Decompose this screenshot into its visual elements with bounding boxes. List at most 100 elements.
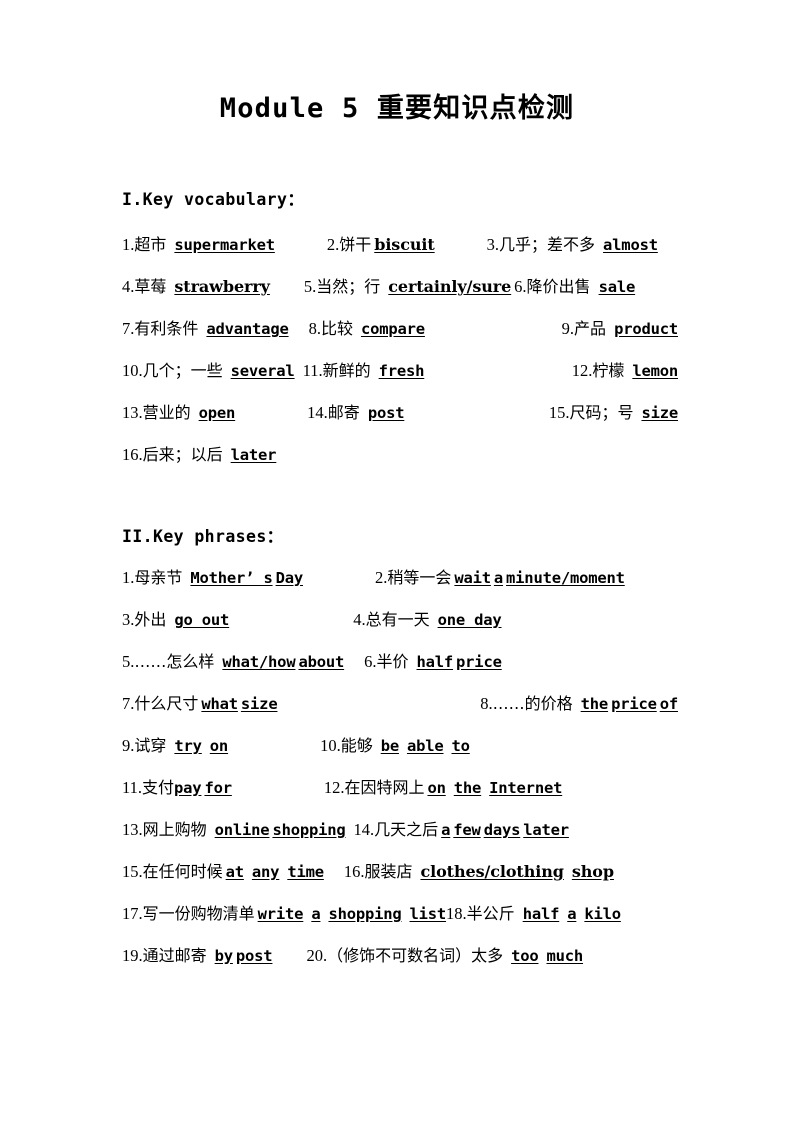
item-number: 17. [122, 904, 143, 923]
item-chinese: 新鲜的 [322, 361, 371, 380]
item-answer: at [225, 863, 244, 881]
vocab-item: 15. 尺码；号 size [549, 400, 678, 426]
vocab-item: 13. 营业的 open [122, 400, 235, 426]
item-chinese: 邮寄 [327, 403, 360, 422]
item-number: 2. [374, 568, 388, 587]
item-chinese: 几乎；差不多 [499, 235, 596, 254]
phrase-item: 8. ……的价格 the price of [480, 691, 678, 717]
phrase-item: 11. 支付 pay for [122, 775, 232, 801]
item-number: 7. [122, 319, 135, 338]
item-chinese: 什么尺寸 [134, 694, 199, 713]
document-page: Module 5 重要知识点检测 I.Key vocabulary： 1. 超市… [0, 0, 794, 1123]
item-number: 8. [308, 319, 321, 338]
item-answer: online [214, 821, 270, 839]
item-answer-part: list [409, 905, 447, 923]
item-chinese: 半价 [376, 652, 409, 671]
item-chinese: 超市 [134, 235, 167, 254]
item-number: 10. [122, 361, 143, 380]
item-chinese: 外出 [134, 610, 167, 629]
item-answer: advantage [206, 320, 289, 338]
phrase-item: 3. 外出 go out [122, 607, 229, 633]
vocab-item: 14. 邮寄 post [307, 400, 404, 426]
item-number: 11. [302, 361, 323, 380]
vocab-item: 2. 饼干 biscuit [327, 232, 435, 258]
item-number: 14. [353, 820, 375, 839]
item-answer-part: Internet [489, 779, 563, 797]
item-answer-part: the [453, 779, 482, 797]
phrase-item: 4. 总有一天 one day [353, 607, 502, 633]
item-answer: strawberry [174, 277, 270, 296]
item-number: 4. [353, 610, 366, 629]
phrase-row-9: 17. 写一份购物清单 write a shopping list 18. 半公… [122, 901, 678, 927]
vocab-item: 16. 后来；以后 later [122, 442, 277, 468]
item-number: 7. [122, 694, 135, 713]
vocab-item: 7. 有利条件 advantage [122, 316, 289, 342]
phrase-item: 15. 在任何时候 at any time [122, 859, 324, 885]
item-chinese: 支付 [142, 778, 175, 797]
phrase-item: 17. 写一份购物清单 write a shopping list [122, 901, 446, 927]
item-chinese: 营业的 [142, 403, 191, 422]
item-answer: almost [603, 236, 658, 254]
item-answer-part: shopping [328, 905, 402, 923]
vocab-item: 11. 新鲜的 fresh [303, 358, 425, 384]
item-answer: later [230, 446, 277, 464]
item-chinese: 柠檬 [592, 361, 625, 380]
item-answer-part: price [611, 695, 657, 713]
item-answer-part: for [204, 779, 232, 797]
phrase-row-10: 19. 通过邮寄 by post 20. （修饰不可数名词）太多 too muc… [122, 943, 678, 969]
item-answer: size [641, 404, 678, 422]
phrase-row-3: 5. ……怎么样 what/how about 6. 半价 half price [122, 649, 678, 675]
item-answer: on [427, 779, 446, 797]
item-number: 14. [307, 403, 328, 422]
phrase-item: 9. 试穿 try on [122, 733, 228, 759]
item-chinese: 半公斤 [466, 904, 515, 923]
vocab-item: 12. 柠檬 lemon [572, 358, 679, 384]
phrase-row-2: 3. 外出 go out 4. 总有一天 one day [122, 607, 678, 633]
item-answer: try [174, 737, 202, 755]
vocab-row-6: 16. 后来；以后 later [122, 442, 678, 468]
item-number: 5. [122, 652, 135, 671]
phrase-item: 16. 服装店 clothes/clothing shop [344, 859, 614, 885]
phrase-item: 19. 通过邮寄 by post [122, 943, 273, 969]
item-answer: product [614, 320, 678, 338]
item-chinese: 通过邮寄 [142, 946, 207, 965]
item-answer: one day [437, 611, 502, 629]
vocab-row-1: 1. 超市 supermarket 2. 饼干 biscuit 3. 几乎；差不… [122, 232, 678, 258]
item-number: 16. [343, 862, 365, 881]
item-number: 15. [122, 862, 143, 881]
item-answer-part: a [311, 905, 321, 923]
item-chinese: （修饰不可数名词）太多 [327, 946, 504, 965]
item-answer: go out [174, 611, 230, 629]
item-chinese: 几个；一些 [142, 361, 223, 380]
item-answer: compare [360, 320, 425, 338]
item-answer-part: shopping [272, 821, 346, 839]
item-answer-part: post [235, 947, 273, 965]
item-number: 19. [122, 946, 143, 965]
vocab-row-4: 10. 几个；一些 several 11. 新鲜的 fresh 12. 柠檬 l… [122, 358, 678, 384]
item-answer-part: a [567, 905, 577, 923]
item-chinese: 母亲节 [134, 568, 183, 587]
item-number: 3. [486, 235, 500, 254]
item-number: 12. [323, 778, 345, 797]
vocab-item: 8. 比较 compare [308, 316, 426, 342]
item-number: 9. [561, 319, 575, 338]
vocab-row-2: 4. 草莓 strawberry 5. 当然；行 certainly/sure … [122, 274, 678, 300]
vocab-item: 3. 几乎；差不多 almost [487, 232, 658, 258]
item-chinese: 总有一天 [365, 610, 430, 629]
item-number: 11. [122, 778, 143, 797]
item-answer: certainly/sure [388, 277, 512, 296]
item-answer: be [380, 737, 399, 755]
phrase-item: 13. 网上购物 online shopping [122, 817, 346, 843]
item-answer: write [257, 905, 304, 923]
item-answer: too [511, 947, 539, 965]
section-heading-phrases: II.Key phrases： [122, 527, 284, 546]
item-number: 20. [306, 946, 328, 965]
item-answer: post [367, 404, 405, 422]
item-answer-part: to [451, 737, 470, 755]
item-chinese: 有利条件 [134, 319, 199, 338]
item-number: 1. [122, 568, 135, 587]
phrase-row-1: 1. 母亲节 Mother’ s Day 2. 稍等一会 wait a minu… [122, 565, 678, 591]
item-number: 9. [122, 736, 135, 755]
item-answer: biscuit [374, 235, 435, 254]
phrase-item: 20. （修饰不可数名词）太多 too much [306, 943, 583, 969]
